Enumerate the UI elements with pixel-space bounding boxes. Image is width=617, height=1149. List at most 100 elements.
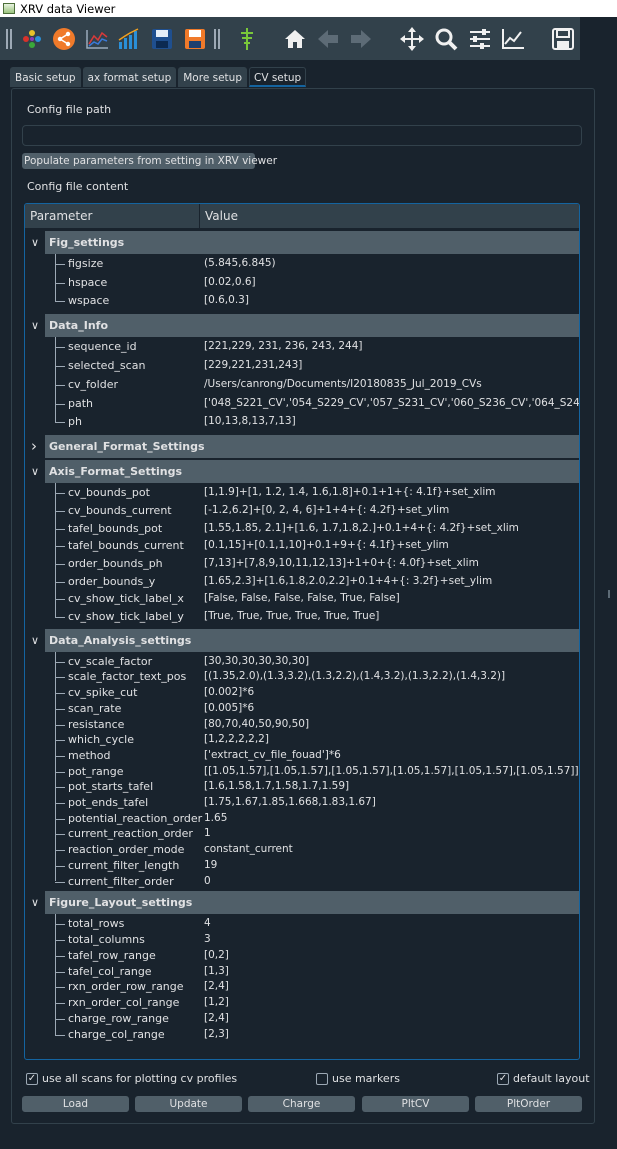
parameter-value[interactable]: [0.005]*6 bbox=[204, 702, 254, 714]
parameter-value[interactable]: 1.65 bbox=[204, 812, 227, 824]
splitter-handle[interactable] bbox=[608, 590, 610, 598]
tree-item-row[interactable]: cv_spike_cut [0.002]*6 bbox=[25, 686, 579, 702]
tree-item-row[interactable]: figsize (5.845,6.845) bbox=[25, 257, 579, 276]
populate-parameters-button[interactable]: Populate parameters from setting in XRV … bbox=[22, 153, 277, 169]
tree-group-row[interactable]: › General_Format_Settings bbox=[31, 435, 579, 459]
parameter-value[interactable]: [1.6,1.58,1.7,1.58,1.7,1.59] bbox=[204, 780, 349, 792]
charge-button[interactable]: Charge bbox=[248, 1096, 355, 1112]
checkmark-icon[interactable]: ✓ bbox=[26, 1072, 38, 1085]
parameter-value[interactable]: [0,2] bbox=[204, 949, 229, 961]
header-value[interactable]: Value bbox=[200, 204, 579, 229]
tree-item-row[interactable]: resistance [80,70,40,50,90,50] bbox=[25, 718, 579, 734]
tab-basic-setup[interactable]: Basic setup bbox=[10, 67, 81, 87]
parameter-value[interactable]: [0.02,0.6] bbox=[204, 276, 256, 288]
pin-icon[interactable] bbox=[233, 24, 261, 54]
parameter-value[interactable]: /Users/canrong/Documents/I20180835_Jul_2… bbox=[204, 378, 482, 390]
use-markers-checkbox[interactable]: use markers bbox=[316, 1072, 400, 1085]
chevron-down-icon[interactable]: ∨ bbox=[31, 231, 39, 254]
save-orange-icon[interactable] bbox=[181, 24, 209, 54]
default-layout-checkbox[interactable]: ✓ default layout bbox=[497, 1072, 590, 1085]
chevron-down-icon[interactable]: ∨ bbox=[31, 314, 39, 337]
tree-item-row[interactable]: rxn_order_row_range [2,4] bbox=[25, 980, 579, 996]
tree-item-row[interactable]: order_bounds_y [1.65,2.3]+[1.6,1.8,2.0,2.… bbox=[25, 575, 579, 593]
tree-item-row[interactable]: cv_show_tick_label_x [False, False, False… bbox=[25, 592, 579, 610]
line-chart-icon[interactable] bbox=[83, 24, 111, 54]
tree-group-row[interactable]: ∨ Data_Info bbox=[31, 314, 579, 338]
parameter-value[interactable]: ['extract_cv_file_fouad']*6 bbox=[204, 749, 341, 761]
tree-item-row[interactable]: selected_scan [229,221,231,243] bbox=[25, 359, 579, 378]
load-button[interactable]: Load bbox=[22, 1096, 129, 1112]
tree-item-row[interactable]: which_cycle [1,2,2,2,2,2] bbox=[25, 733, 579, 749]
tree-group-row[interactable]: ∨ Figure_Layout_settings bbox=[31, 891, 579, 915]
parameter-value[interactable]: [0.1,15]+[0.1,1,10]+0.1+9+{: 4.1f}+set_y… bbox=[204, 539, 449, 551]
chevron-down-icon[interactable]: ∨ bbox=[31, 460, 39, 483]
tree-item-row[interactable]: pot_ends_tafel [1.75,1.67,1.85,1.668,1.83… bbox=[25, 796, 579, 812]
tree-item-row[interactable]: tafel_row_range [0,2] bbox=[25, 949, 579, 965]
parameter-value[interactable]: [True, True, True, True, True, True] bbox=[204, 610, 379, 622]
back-arrow-icon[interactable] bbox=[314, 24, 342, 54]
parameter-value[interactable]: [1,2,2,2,2,2] bbox=[204, 733, 269, 745]
tree-item-row[interactable]: pot_starts_tafel [1.6,1.58,1.7,1.58,1.7,1… bbox=[25, 780, 579, 796]
tree-item-row[interactable]: potential_reaction_order 1.65 bbox=[25, 812, 579, 828]
parameter-value[interactable]: [80,70,40,50,90,50] bbox=[204, 718, 309, 730]
share-icon[interactable] bbox=[50, 24, 78, 54]
tree-item-row[interactable]: order_bounds_ph [7,13]+[7,8,9,10,11,12,13… bbox=[25, 557, 579, 575]
tree-item-row[interactable]: charge_row_range [2,4] bbox=[25, 1012, 579, 1028]
tab-cv-setup[interactable]: CV setup bbox=[248, 67, 307, 87]
parameter-value[interactable]: [30,30,30,30,30,30] bbox=[204, 655, 309, 667]
parameter-value[interactable]: [1.65,2.3]+[1.6,1.8,2.0,2.2]+0.1+4+{: 3.… bbox=[204, 575, 492, 587]
checkmark-icon[interactable]: ✓ bbox=[497, 1072, 509, 1085]
dots-icon[interactable] bbox=[18, 24, 46, 54]
tree-item-row[interactable]: reaction_order_mode constant_current bbox=[25, 843, 579, 859]
tree-item-row[interactable]: pot_range [[1.05,1.57],[1.05,1.57],[1.05,… bbox=[25, 765, 579, 781]
config-tree[interactable]: Parameter Value ∨ Fig_settings figsize (5.8… bbox=[24, 203, 580, 1060]
tree-item-row[interactable]: ph [10,13,8,13,7,13] bbox=[25, 415, 579, 434]
floppy-icon[interactable] bbox=[549, 24, 577, 54]
parameter-value[interactable]: [2,3] bbox=[204, 1028, 229, 1040]
tree-item-row[interactable]: tafel_col_range [1,3] bbox=[25, 965, 579, 981]
parameter-value[interactable]: 0 bbox=[204, 875, 211, 887]
parameter-value[interactable]: (5.845,6.845) bbox=[204, 257, 276, 269]
use-all-scans-checkbox[interactable]: ✓ use all scans for plotting cv profiles bbox=[26, 1072, 237, 1085]
tree-item-row[interactable]: current_filter_order 0 bbox=[25, 875, 579, 891]
parameter-value[interactable]: [1.55,1.85, 2.1]+[1.6, 1.7,1.8,2.]+0.1+4… bbox=[204, 522, 519, 534]
home-icon[interactable] bbox=[281, 24, 309, 54]
tree-item-row[interactable]: cv_folder/Users/canrong/Documents/I20180… bbox=[25, 378, 579, 397]
sliders-icon[interactable] bbox=[466, 24, 494, 54]
parameter-value[interactable]: [0.6,0.3] bbox=[204, 294, 249, 306]
tree-item-row[interactable]: method ['extract_cv_file_fouad']*6 bbox=[25, 749, 579, 765]
parameter-value[interactable]: [1,3] bbox=[204, 965, 229, 977]
parameter-value[interactable]: ['048_S221_CV','054_S229_CV','057_S231_C… bbox=[204, 397, 579, 409]
parameter-value[interactable]: [7,13]+[7,8,9,10,11,12,13]+1+0+{: 4.0f}+… bbox=[204, 557, 479, 569]
tree-item-row[interactable]: path ['048_S221_CV','054_S229_CV','057_S2… bbox=[25, 397, 579, 416]
parameter-value[interactable]: [1,1.9]+[1, 1.2, 1.4, 1.6,1.8]+0.1+1+{: … bbox=[204, 486, 496, 498]
tree-item-row[interactable]: sequence_id [221,229, 231, 236, 243, 244] bbox=[25, 340, 579, 359]
tree-item-row[interactable]: cv_scale_factor [30,30,30,30,30,30] bbox=[25, 655, 579, 671]
tree-item-row[interactable]: cv_bounds_current [-1.2,6.2]+[0, 2, 4, 6]… bbox=[25, 504, 579, 522]
chevron-right-icon[interactable]: › bbox=[31, 435, 37, 458]
tree-group-row[interactable]: ∨ Data_Analysis_settings bbox=[31, 628, 579, 652]
zoom-icon[interactable] bbox=[432, 24, 460, 54]
parameter-value[interactable]: 4 bbox=[204, 917, 211, 929]
tab-more-setup[interactable]: More setup bbox=[178, 67, 247, 87]
bar-chart-icon[interactable] bbox=[115, 24, 143, 54]
pltcv-button[interactable]: PltCV bbox=[362, 1096, 469, 1112]
forward-arrow-icon[interactable] bbox=[347, 24, 375, 54]
parameter-value[interactable]: [[1.05,1.57],[1.05,1.57],[1.05,1.57],[1.… bbox=[204, 765, 579, 777]
parameter-value[interactable]: 3 bbox=[204, 933, 211, 945]
tree-group-row[interactable]: ∨ Axis_Format_Settings bbox=[31, 460, 579, 484]
curve-icon[interactable] bbox=[499, 24, 527, 54]
tab-ax-format-setup[interactable]: ax format setup bbox=[82, 67, 177, 87]
tree-item-row[interactable]: rxn_order_col_range [1,2] bbox=[25, 996, 579, 1012]
parameter-value[interactable]: [0.002]*6 bbox=[204, 686, 254, 698]
parameter-value[interactable]: [221,229, 231, 236, 243, 244] bbox=[204, 340, 362, 352]
chevron-down-icon[interactable]: ∨ bbox=[31, 891, 39, 914]
parameter-value[interactable]: [2,4] bbox=[204, 980, 229, 992]
tree-item-row[interactable]: current_reaction_order 1 bbox=[25, 827, 579, 843]
tree-item-row[interactable]: total_rows 4 bbox=[25, 917, 579, 933]
tree-item-row[interactable]: total_columns 3 bbox=[25, 933, 579, 949]
tree-item-row[interactable]: hspace [0.02,0.6] bbox=[25, 276, 579, 295]
parameter-value[interactable]: [10,13,8,13,7,13] bbox=[204, 415, 296, 427]
parameter-value[interactable]: [229,221,231,243] bbox=[204, 359, 302, 371]
parameter-value[interactable]: [1,2] bbox=[204, 996, 229, 1008]
